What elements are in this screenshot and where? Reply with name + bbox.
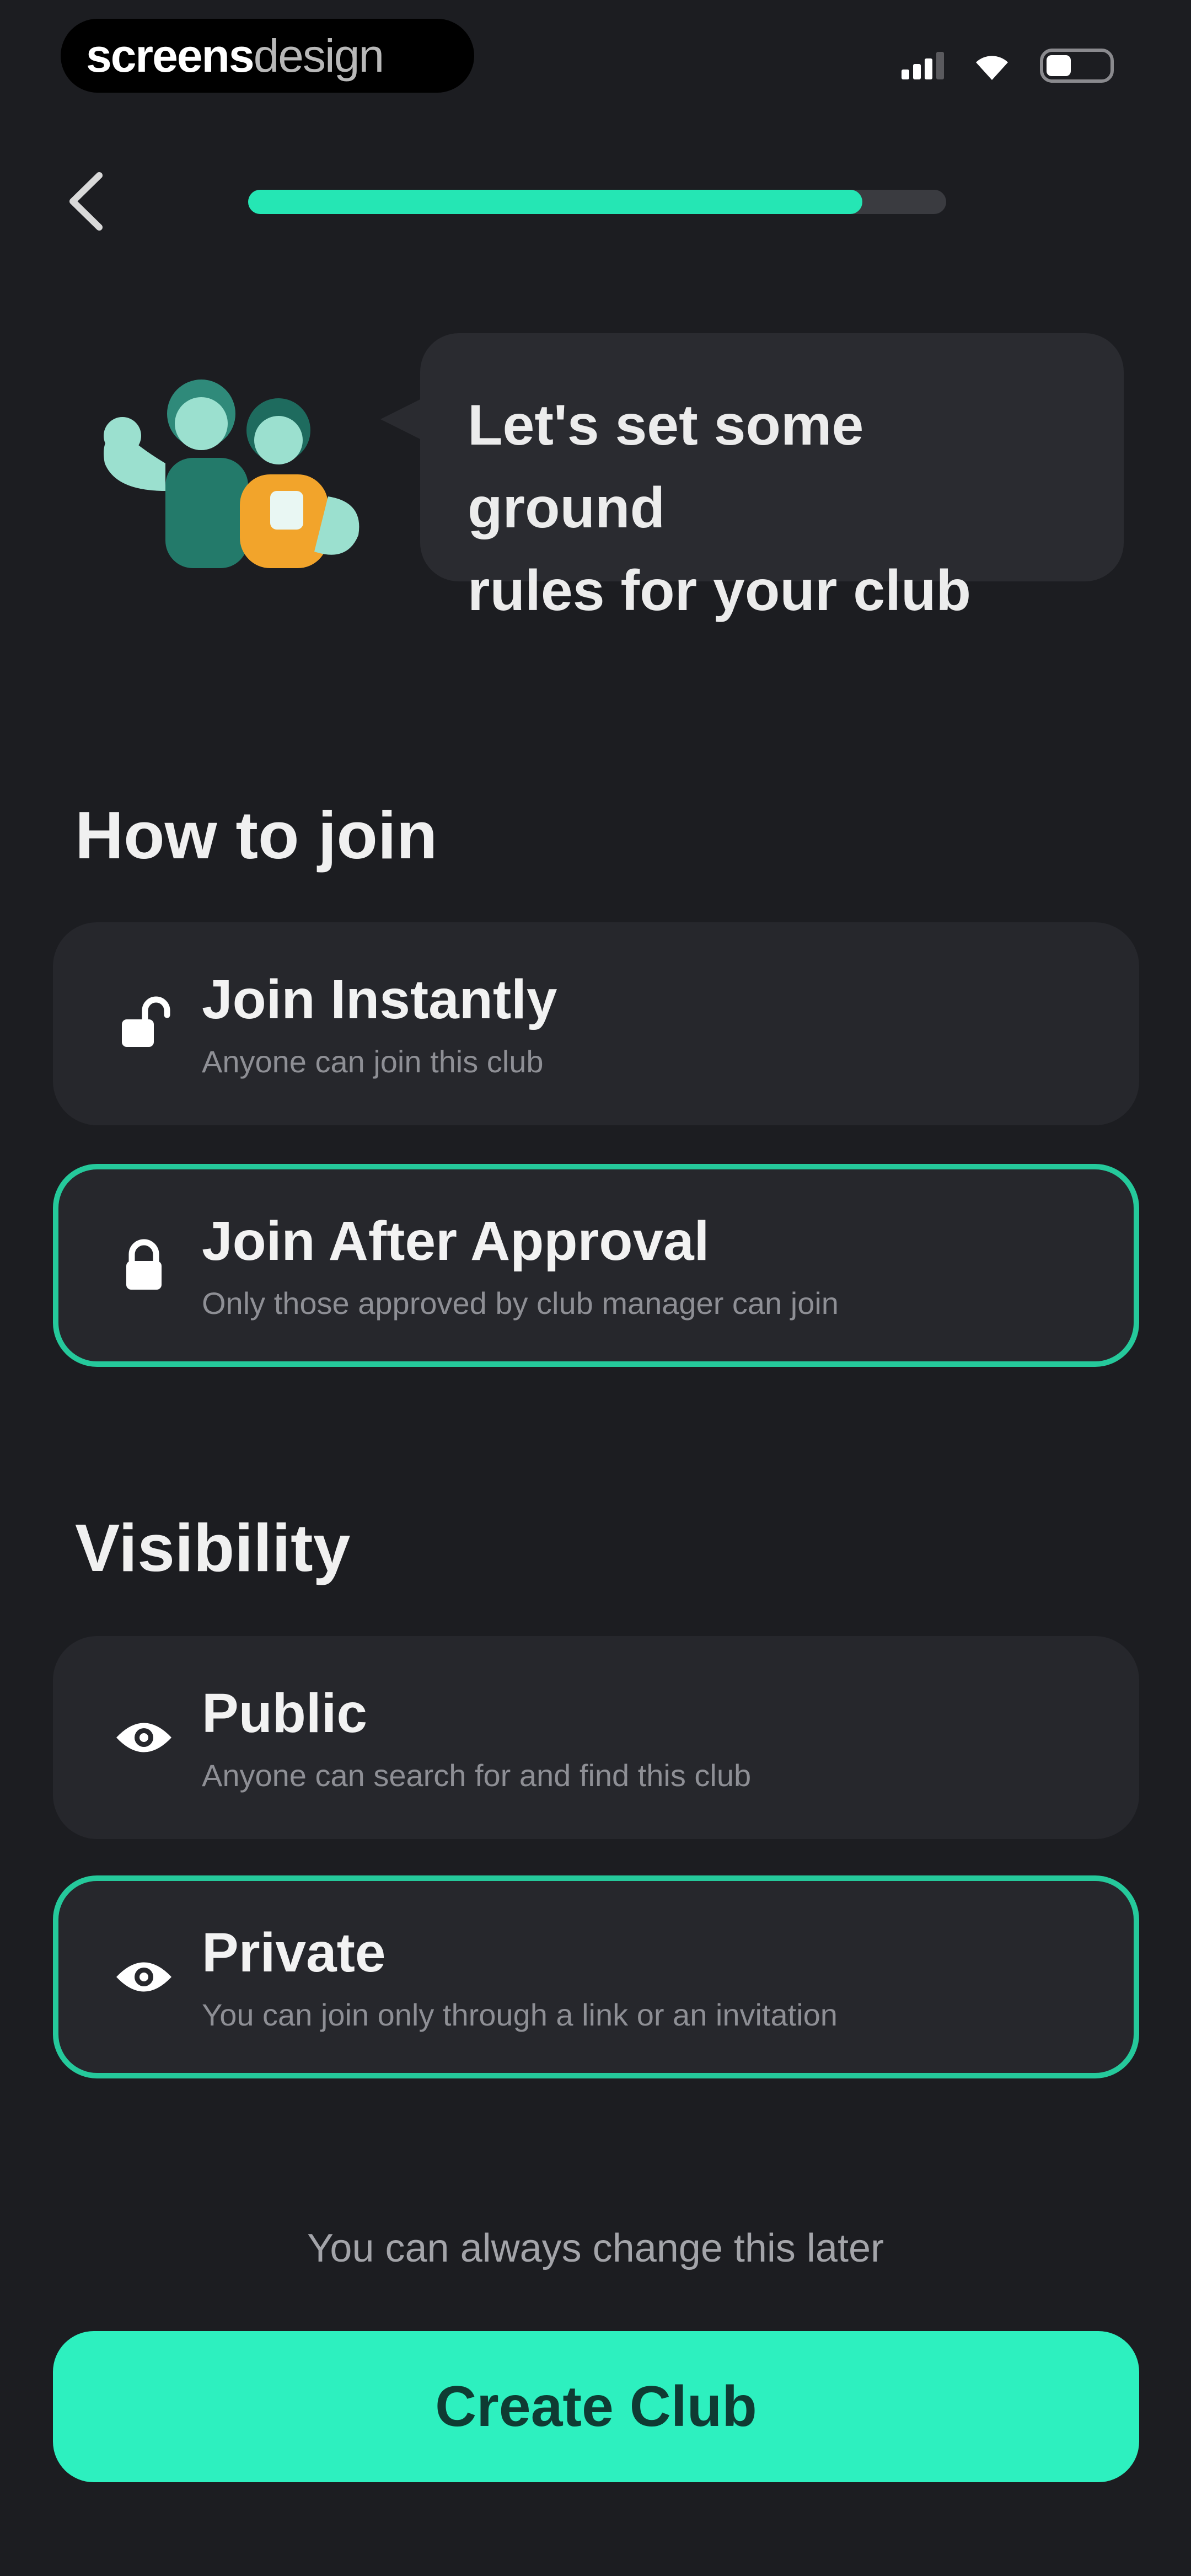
progress-fill bbox=[248, 190, 863, 214]
status-icons bbox=[902, 49, 1114, 83]
option-join-after-approval[interactable]: Join After Approval Only those approved … bbox=[53, 1164, 1139, 1367]
eye-icon bbox=[116, 1962, 171, 1992]
brand-text-part2: design bbox=[253, 29, 385, 82]
change-later-note: You can always change this later bbox=[307, 2226, 884, 2270]
option-subtitle: Anyone can join this club bbox=[202, 1044, 544, 1079]
app-screen: screens design Let's set some ground rul… bbox=[0, 0, 1191, 2576]
brand-text-part1: screens bbox=[86, 29, 255, 82]
intro-message-line2: rules for your club bbox=[468, 559, 972, 623]
intro-message-line1: Let's set some ground bbox=[468, 393, 864, 540]
brand-watermark: screens design bbox=[61, 19, 474, 93]
option-title: Private bbox=[202, 1922, 386, 1984]
mascot-illustration bbox=[104, 380, 360, 568]
cellular-signal-icon bbox=[902, 52, 944, 79]
option-subtitle: Only those approved by club manager can … bbox=[202, 1286, 839, 1321]
create-club-button[interactable]: Create Club bbox=[53, 2331, 1139, 2482]
wifi-icon bbox=[976, 56, 1008, 80]
unlock-icon bbox=[122, 996, 170, 1047]
option-subtitle: Anyone can search for and find this club bbox=[202, 1758, 752, 1793]
option-public[interactable]: Public Anyone can search for and find th… bbox=[53, 1636, 1139, 1839]
option-title: Join Instantly bbox=[202, 969, 557, 1030]
lock-icon bbox=[126, 1239, 162, 1290]
option-title: Join After Approval bbox=[202, 1210, 710, 1272]
option-private[interactable]: Private You can join only through a link… bbox=[53, 1875, 1139, 2078]
speech-bubble: Let's set some ground rules for your clu… bbox=[420, 333, 1124, 623]
progress-bar bbox=[248, 190, 946, 214]
chevron-left-icon bbox=[69, 172, 103, 231]
option-title: Public bbox=[202, 1682, 368, 1744]
join-section-title: How to join bbox=[75, 798, 438, 873]
option-subtitle: You can join only through a link or an i… bbox=[202, 1997, 838, 2032]
battery-icon bbox=[1040, 49, 1114, 83]
visibility-section-title: Visibility bbox=[75, 1510, 351, 1585]
back-button[interactable] bbox=[55, 165, 116, 237]
eye-icon bbox=[116, 1723, 171, 1752]
option-join-instantly[interactable]: Join Instantly Anyone can join this club bbox=[53, 922, 1139, 1125]
speech-bubble-tail bbox=[380, 397, 425, 441]
